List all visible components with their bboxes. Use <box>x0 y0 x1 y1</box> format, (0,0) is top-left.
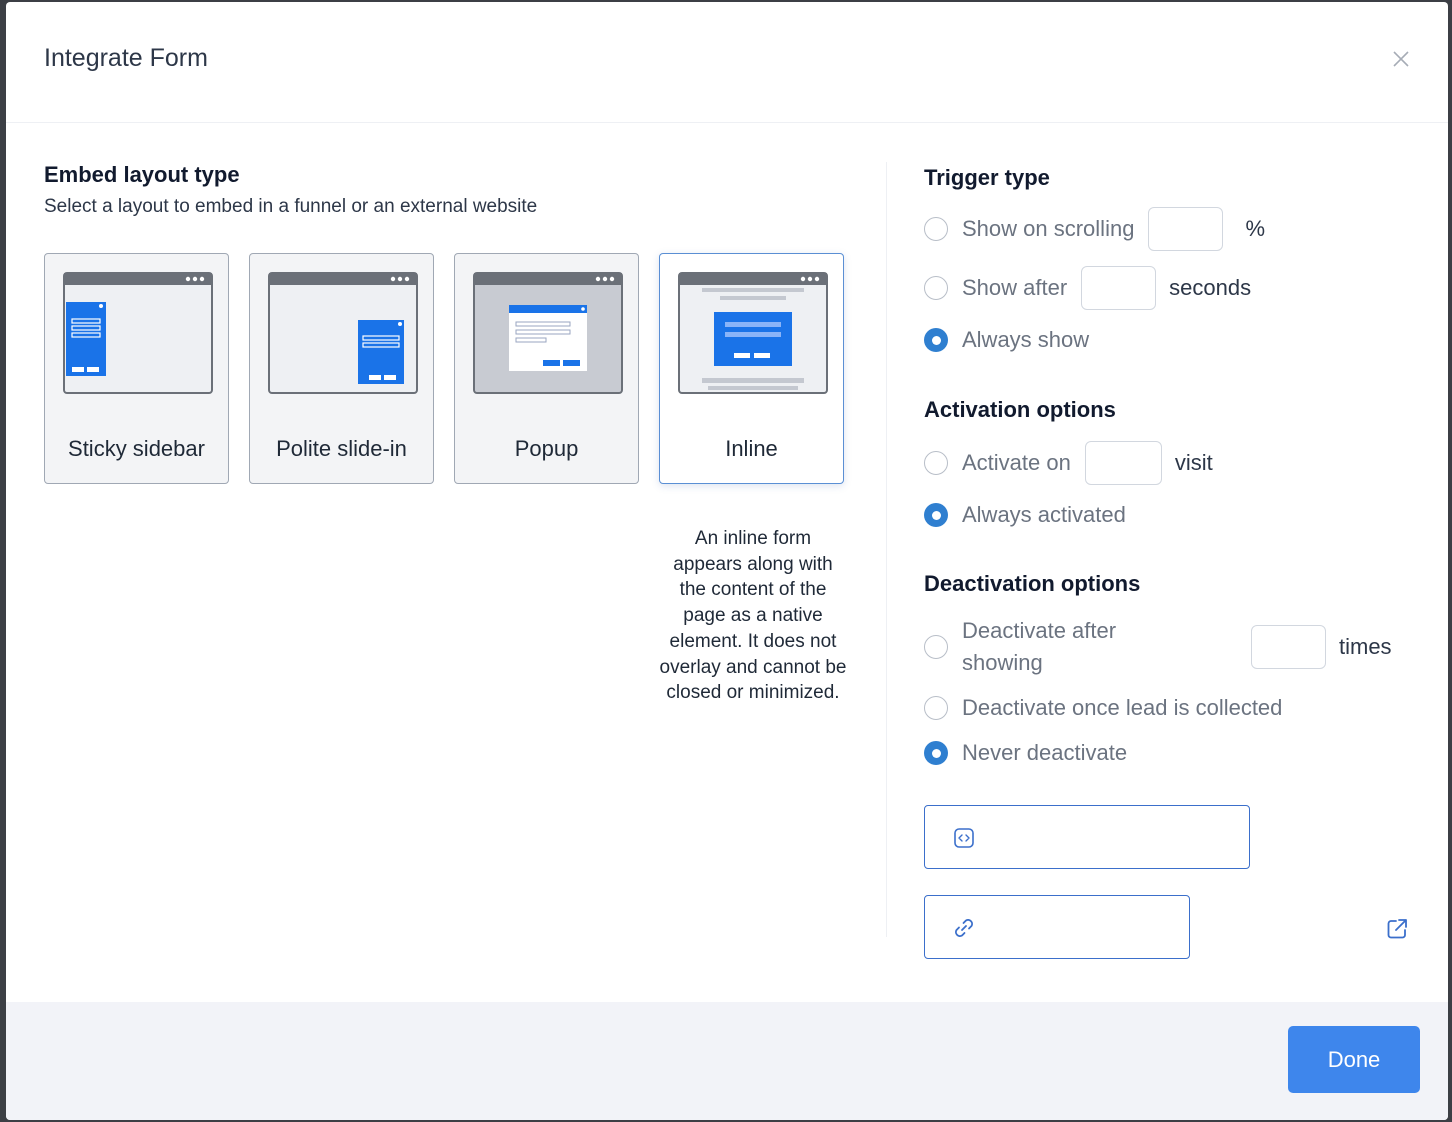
deactivation-lead-label: Deactivate once lead is collected <box>962 695 1283 720</box>
deactivation-after-row: Deactivate after showing times <box>924 618 1414 675</box>
activation-always-radio[interactable] <box>924 503 948 527</box>
done-button[interactable]: Done <box>1288 1026 1420 1093</box>
layout-card-inline[interactable]: Inline <box>659 253 844 484</box>
show-after-seconds-input[interactable] <box>1081 266 1157 310</box>
activate-on-visit-unit: visit <box>1174 450 1213 475</box>
deactivation-never-label: Never deactivate <box>962 740 1128 765</box>
layout-card-label: Inline <box>725 436 778 461</box>
embed-code-button[interactable] <box>924 805 1250 869</box>
copy-link-button[interactable] <box>924 895 1190 959</box>
dialog-footer: Done <box>6 1002 1448 1120</box>
layout-card-popup[interactable]: Popup <box>454 253 639 484</box>
deactivation-after-radio[interactable] <box>924 635 948 659</box>
scroll-percent-unit: % <box>1245 216 1265 241</box>
deactivation-after-label-line1: Deactivate after <box>962 618 1117 643</box>
scroll-percent-input[interactable] <box>1148 207 1224 251</box>
trigger-always-label: Always show <box>962 327 1090 352</box>
trigger-always-row: Always show <box>924 318 1089 362</box>
link-icon <box>955 919 973 937</box>
external-link-icon[interactable] <box>1384 916 1410 942</box>
deactivation-options-heading: Deactivation options <box>924 571 1141 596</box>
inline-illustration <box>678 272 828 394</box>
trigger-after-radio[interactable] <box>924 276 948 300</box>
embed-layout-section: Embed layout type Select a layout to emb… <box>44 162 864 703</box>
sticky-sidebar-illustration <box>63 272 213 394</box>
dialog-title: Integrate Form <box>44 44 208 72</box>
layout-card-label: Sticky sidebar <box>68 436 205 461</box>
activation-always-label: Always activated <box>962 502 1126 527</box>
show-after-seconds-unit: seconds <box>1169 275 1252 300</box>
polite-slide-in-illustration <box>268 272 418 394</box>
trigger-type-heading: Trigger type <box>924 165 1050 190</box>
column-divider <box>886 162 887 937</box>
deactivation-after-label-line2: showing <box>962 650 1043 675</box>
activation-on-row: Activate on visit <box>924 441 1213 485</box>
activation-always-row: Always activated <box>924 493 1126 537</box>
embed-layout-subheading: Select a layout to embed in a funnel or … <box>44 196 538 217</box>
layout-card-label: Polite slide-in <box>276 436 407 461</box>
activation-on-radio[interactable] <box>924 451 948 475</box>
activate-on-visit-input[interactable] <box>1084 441 1162 485</box>
activation-on-label: Activate on <box>962 450 1071 475</box>
deactivate-after-times-input[interactable] <box>1251 625 1326 669</box>
code-icon <box>954 828 974 848</box>
integrate-form-dialog: Integrate Form Embed layout type Select … <box>6 2 1448 1120</box>
popup-illustration <box>473 272 623 394</box>
trigger-after-label: Show after <box>962 275 1068 300</box>
deactivate-after-times-unit: times <box>1339 634 1392 659</box>
trigger-scrolling-row: Show on scrolling % <box>924 207 1265 251</box>
deactivation-never-row: Never deactivate <box>924 731 1127 775</box>
trigger-scrolling-radio[interactable] <box>924 217 948 241</box>
trigger-after-row: Show after seconds <box>924 266 1251 310</box>
deactivation-after-label: Deactivate after showing <box>962 615 1242 679</box>
trigger-always-radio[interactable] <box>924 328 948 352</box>
layout-description: An inline form appears along with the co… <box>659 528 847 704</box>
deactivation-never-radio[interactable] <box>924 741 948 765</box>
deactivation-lead-radio[interactable] <box>924 696 948 720</box>
layout-card-polite-slide-in[interactable]: Polite slide-in <box>249 253 434 484</box>
trigger-scrolling-label: Show on scrolling <box>962 216 1135 241</box>
activation-options-heading: Activation options <box>924 397 1116 422</box>
deactivation-lead-row: Deactivate once lead is collected <box>924 686 1282 730</box>
layout-card-label: Popup <box>514 436 579 461</box>
close-icon[interactable] <box>1390 48 1412 70</box>
dialog-header: Integrate Form <box>6 2 1448 123</box>
embed-layout-heading: Embed layout type <box>44 162 240 187</box>
layout-card-sticky-sidebar[interactable]: Sticky sidebar <box>44 253 229 484</box>
